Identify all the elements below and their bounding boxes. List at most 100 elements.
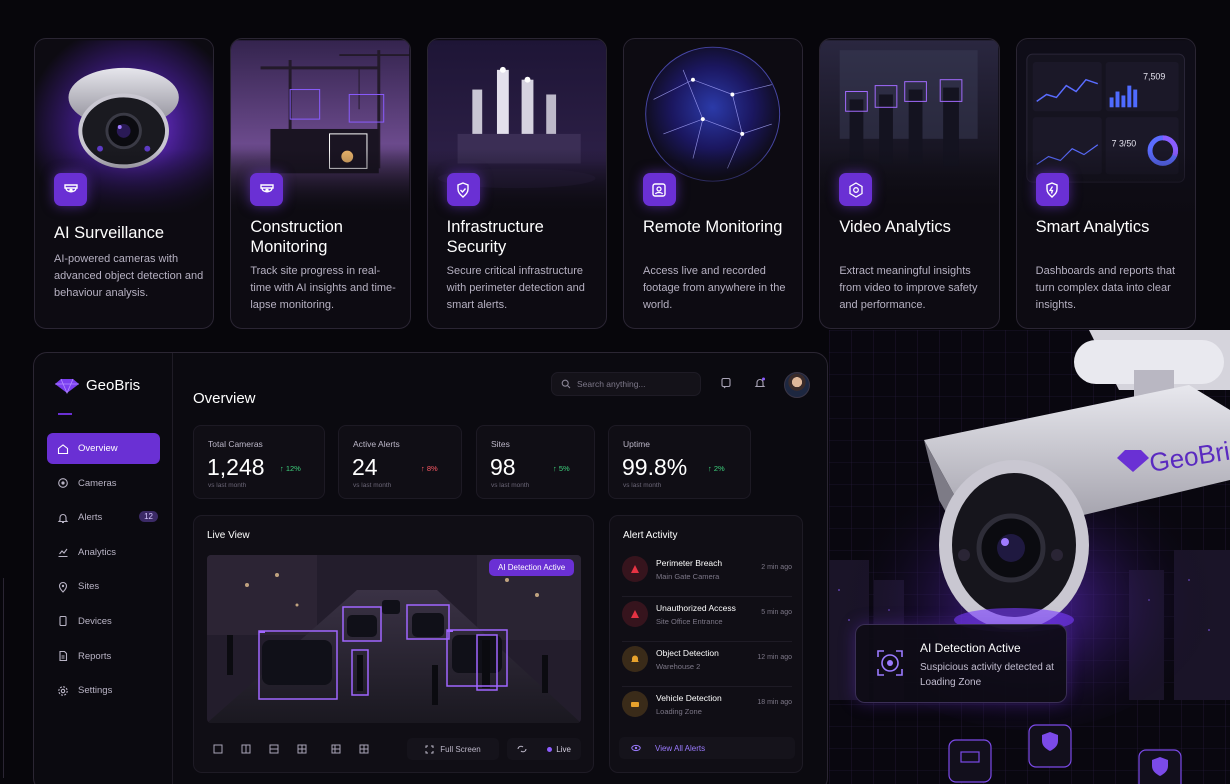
brand-name: GeoBris bbox=[86, 377, 141, 394]
layout-4-button[interactable] bbox=[291, 738, 313, 760]
alerts-count-badge: 12 bbox=[139, 511, 158, 523]
layout-2-button[interactable] bbox=[235, 738, 257, 760]
warning-bell-icon bbox=[622, 646, 648, 672]
layout-9-button[interactable] bbox=[353, 738, 375, 760]
refresh-icon bbox=[517, 745, 527, 753]
sidebar-item-devices[interactable]: Devices bbox=[47, 606, 160, 637]
feature-card-video-analytics[interactable]: Video Analytics Extract meaningful insig… bbox=[819, 38, 1000, 329]
vehicle-icon bbox=[622, 691, 648, 717]
grid-2-icon bbox=[241, 744, 251, 754]
page-title: Overview bbox=[193, 390, 256, 407]
stat-label: Uptime bbox=[623, 439, 650, 449]
feature-card-remote-monitoring[interactable]: Remote Monitoring Access live and record… bbox=[622, 38, 804, 329]
alert-location: Loading Zone bbox=[656, 707, 702, 716]
camera-icon bbox=[250, 173, 284, 206]
sidebar-item-label: Analytics bbox=[78, 546, 117, 558]
fullscreen-button[interactable]: Full Screen bbox=[407, 738, 499, 760]
stat-change: ↑ 5% bbox=[553, 464, 570, 473]
stat-value: 24 bbox=[352, 454, 378, 480]
grid-1-icon bbox=[213, 744, 223, 754]
layout-3-button[interactable] bbox=[263, 738, 285, 760]
stat-card-total-cameras: Total Cameras 1,248 ↑ 12% vs last month bbox=[193, 425, 325, 499]
sidebar-item-alerts[interactable]: Alerts 12 bbox=[47, 502, 160, 533]
sidebar-item-label: Cameras bbox=[78, 477, 117, 489]
gear-icon bbox=[58, 685, 68, 696]
feature-card-construction-monitoring[interactable]: Construction Monitoring Track site progr… bbox=[230, 38, 411, 329]
feature-card-desc: Track site progress in real-time with AI… bbox=[250, 265, 396, 311]
alert-item[interactable]: Vehicle Detection Loading Zone 18 min ag… bbox=[622, 687, 792, 725]
home-icon bbox=[57, 443, 69, 454]
stat-label: Sites bbox=[491, 439, 510, 449]
feature-card-ai-surveillance[interactable]: AI Surveillance AI-powered cameras with … bbox=[34, 38, 215, 329]
stat-card-sites: Sites 98 ↑ 5% vs last month bbox=[476, 425, 595, 499]
report-icon bbox=[59, 651, 68, 662]
live-video-feed[interactable]: AI Detection Active bbox=[207, 555, 581, 723]
user-avatar[interactable] bbox=[784, 372, 810, 398]
sidebar-item-analytics[interactable]: Analytics bbox=[47, 537, 160, 568]
alert-location: Site Office Entrance bbox=[656, 617, 723, 626]
sidebar-item-cameras[interactable]: Cameras bbox=[47, 468, 160, 499]
alert-item[interactable]: Object Detection Warehouse 2 12 min ago bbox=[622, 642, 792, 680]
view-all-alerts-button[interactable]: View All Alerts bbox=[619, 737, 795, 759]
sidebar-item-label: Alerts bbox=[78, 512, 103, 524]
stat-value: 1,248 bbox=[207, 454, 265, 480]
sidebar: GeoBris Overview Cameras Alerts 12 Analy… bbox=[34, 353, 173, 784]
brand-logo[interactable]: GeoBris bbox=[54, 377, 140, 394]
ai-detection-badge: AI Detection Active bbox=[489, 559, 575, 576]
sidebar-nav: Overview Cameras Alerts 12 Analytics Sit… bbox=[47, 433, 160, 710]
alarm-icon bbox=[622, 601, 648, 627]
layout-6-button[interactable] bbox=[325, 738, 347, 760]
stat-sub: vs last month bbox=[623, 482, 662, 489]
main-content: Overview Total Cameras 1,248 ↑ 12% vs la… bbox=[174, 353, 827, 784]
sidebar-item-settings[interactable]: Settings bbox=[47, 675, 160, 706]
live-toggle-button[interactable]: Live bbox=[507, 738, 581, 760]
notification-bell-icon[interactable] bbox=[754, 377, 766, 389]
alert-time: 12 min ago bbox=[757, 654, 792, 661]
stat-change: ↑ 2% bbox=[708, 464, 725, 473]
feature-card-title: AI Surveillance bbox=[54, 224, 165, 242]
alert-title: Perimeter Breach bbox=[656, 558, 723, 568]
feature-card-title: Infrastructure Security bbox=[446, 218, 544, 256]
remote-user-icon bbox=[642, 173, 676, 206]
stat-value: 99.8% bbox=[622, 454, 688, 480]
sidebar-item-reports[interactable]: Reports bbox=[47, 641, 160, 672]
search-input[interactable] bbox=[577, 379, 687, 389]
alert-item[interactable]: Perimeter Breach Main Gate Camera 2 min … bbox=[622, 552, 792, 590]
grid-6-icon bbox=[331, 744, 341, 754]
shield-lightning-icon bbox=[1035, 173, 1069, 206]
sidebar-item-overview[interactable]: Overview bbox=[47, 433, 160, 464]
layout-1-button[interactable] bbox=[207, 738, 229, 760]
fullscreen-label: Full Screen bbox=[440, 744, 481, 754]
alert-item[interactable]: Unauthorized Access Site Office Entrance… bbox=[622, 597, 792, 635]
sidebar-item-label: Settings bbox=[78, 685, 113, 697]
message-icon[interactable] bbox=[720, 377, 732, 389]
stat-sub: vs last month bbox=[353, 482, 392, 489]
camera-icon bbox=[54, 173, 87, 206]
ai-detection-notification[interactable]: AI Detection Active Suspicious activity … bbox=[855, 624, 1067, 703]
live-view-title: Live View bbox=[207, 530, 250, 541]
stat-change: ↑ 8% bbox=[421, 464, 438, 473]
sidebar-item-label: Overview bbox=[78, 443, 118, 454]
alert-time: 2 min ago bbox=[761, 564, 792, 571]
alert-time: 5 min ago bbox=[761, 609, 792, 616]
sidebar-item-sites[interactable]: Sites bbox=[47, 571, 160, 602]
feature-card-infrastructure-security[interactable]: Infrastructure Security Secure critical … bbox=[426, 38, 607, 329]
alert-title: Unauthorized Access bbox=[656, 603, 736, 613]
location-icon bbox=[58, 581, 68, 593]
expand-icon bbox=[425, 745, 434, 753]
bell-icon bbox=[57, 513, 69, 523]
alert-title: Object Detection bbox=[656, 648, 719, 658]
alert-activity-title: Alert Activity bbox=[623, 530, 678, 541]
alert-activity-panel: Alert Activity Perimeter Breach Main Gat… bbox=[609, 515, 803, 773]
sidebar-item-label: Devices bbox=[78, 615, 112, 627]
feature-card-title: Construction Monitoring bbox=[250, 218, 343, 256]
search-icon bbox=[561, 379, 571, 389]
video-controls: Full Screen Live bbox=[207, 738, 581, 760]
grid-3-icon bbox=[269, 744, 279, 754]
search-bar[interactable] bbox=[551, 372, 701, 396]
notification-title: AI Detection Active bbox=[920, 641, 1021, 655]
feature-card-smart-analytics[interactable]: 7,509 7 3/50 Smart Analytics Dashboards … bbox=[1015, 38, 1196, 329]
mini-value: 7 3/50 bbox=[1111, 139, 1136, 149]
stat-value: 98 bbox=[490, 454, 516, 480]
stat-card-uptime: Uptime 99.8% ↑ 2% vs last month bbox=[608, 425, 751, 499]
